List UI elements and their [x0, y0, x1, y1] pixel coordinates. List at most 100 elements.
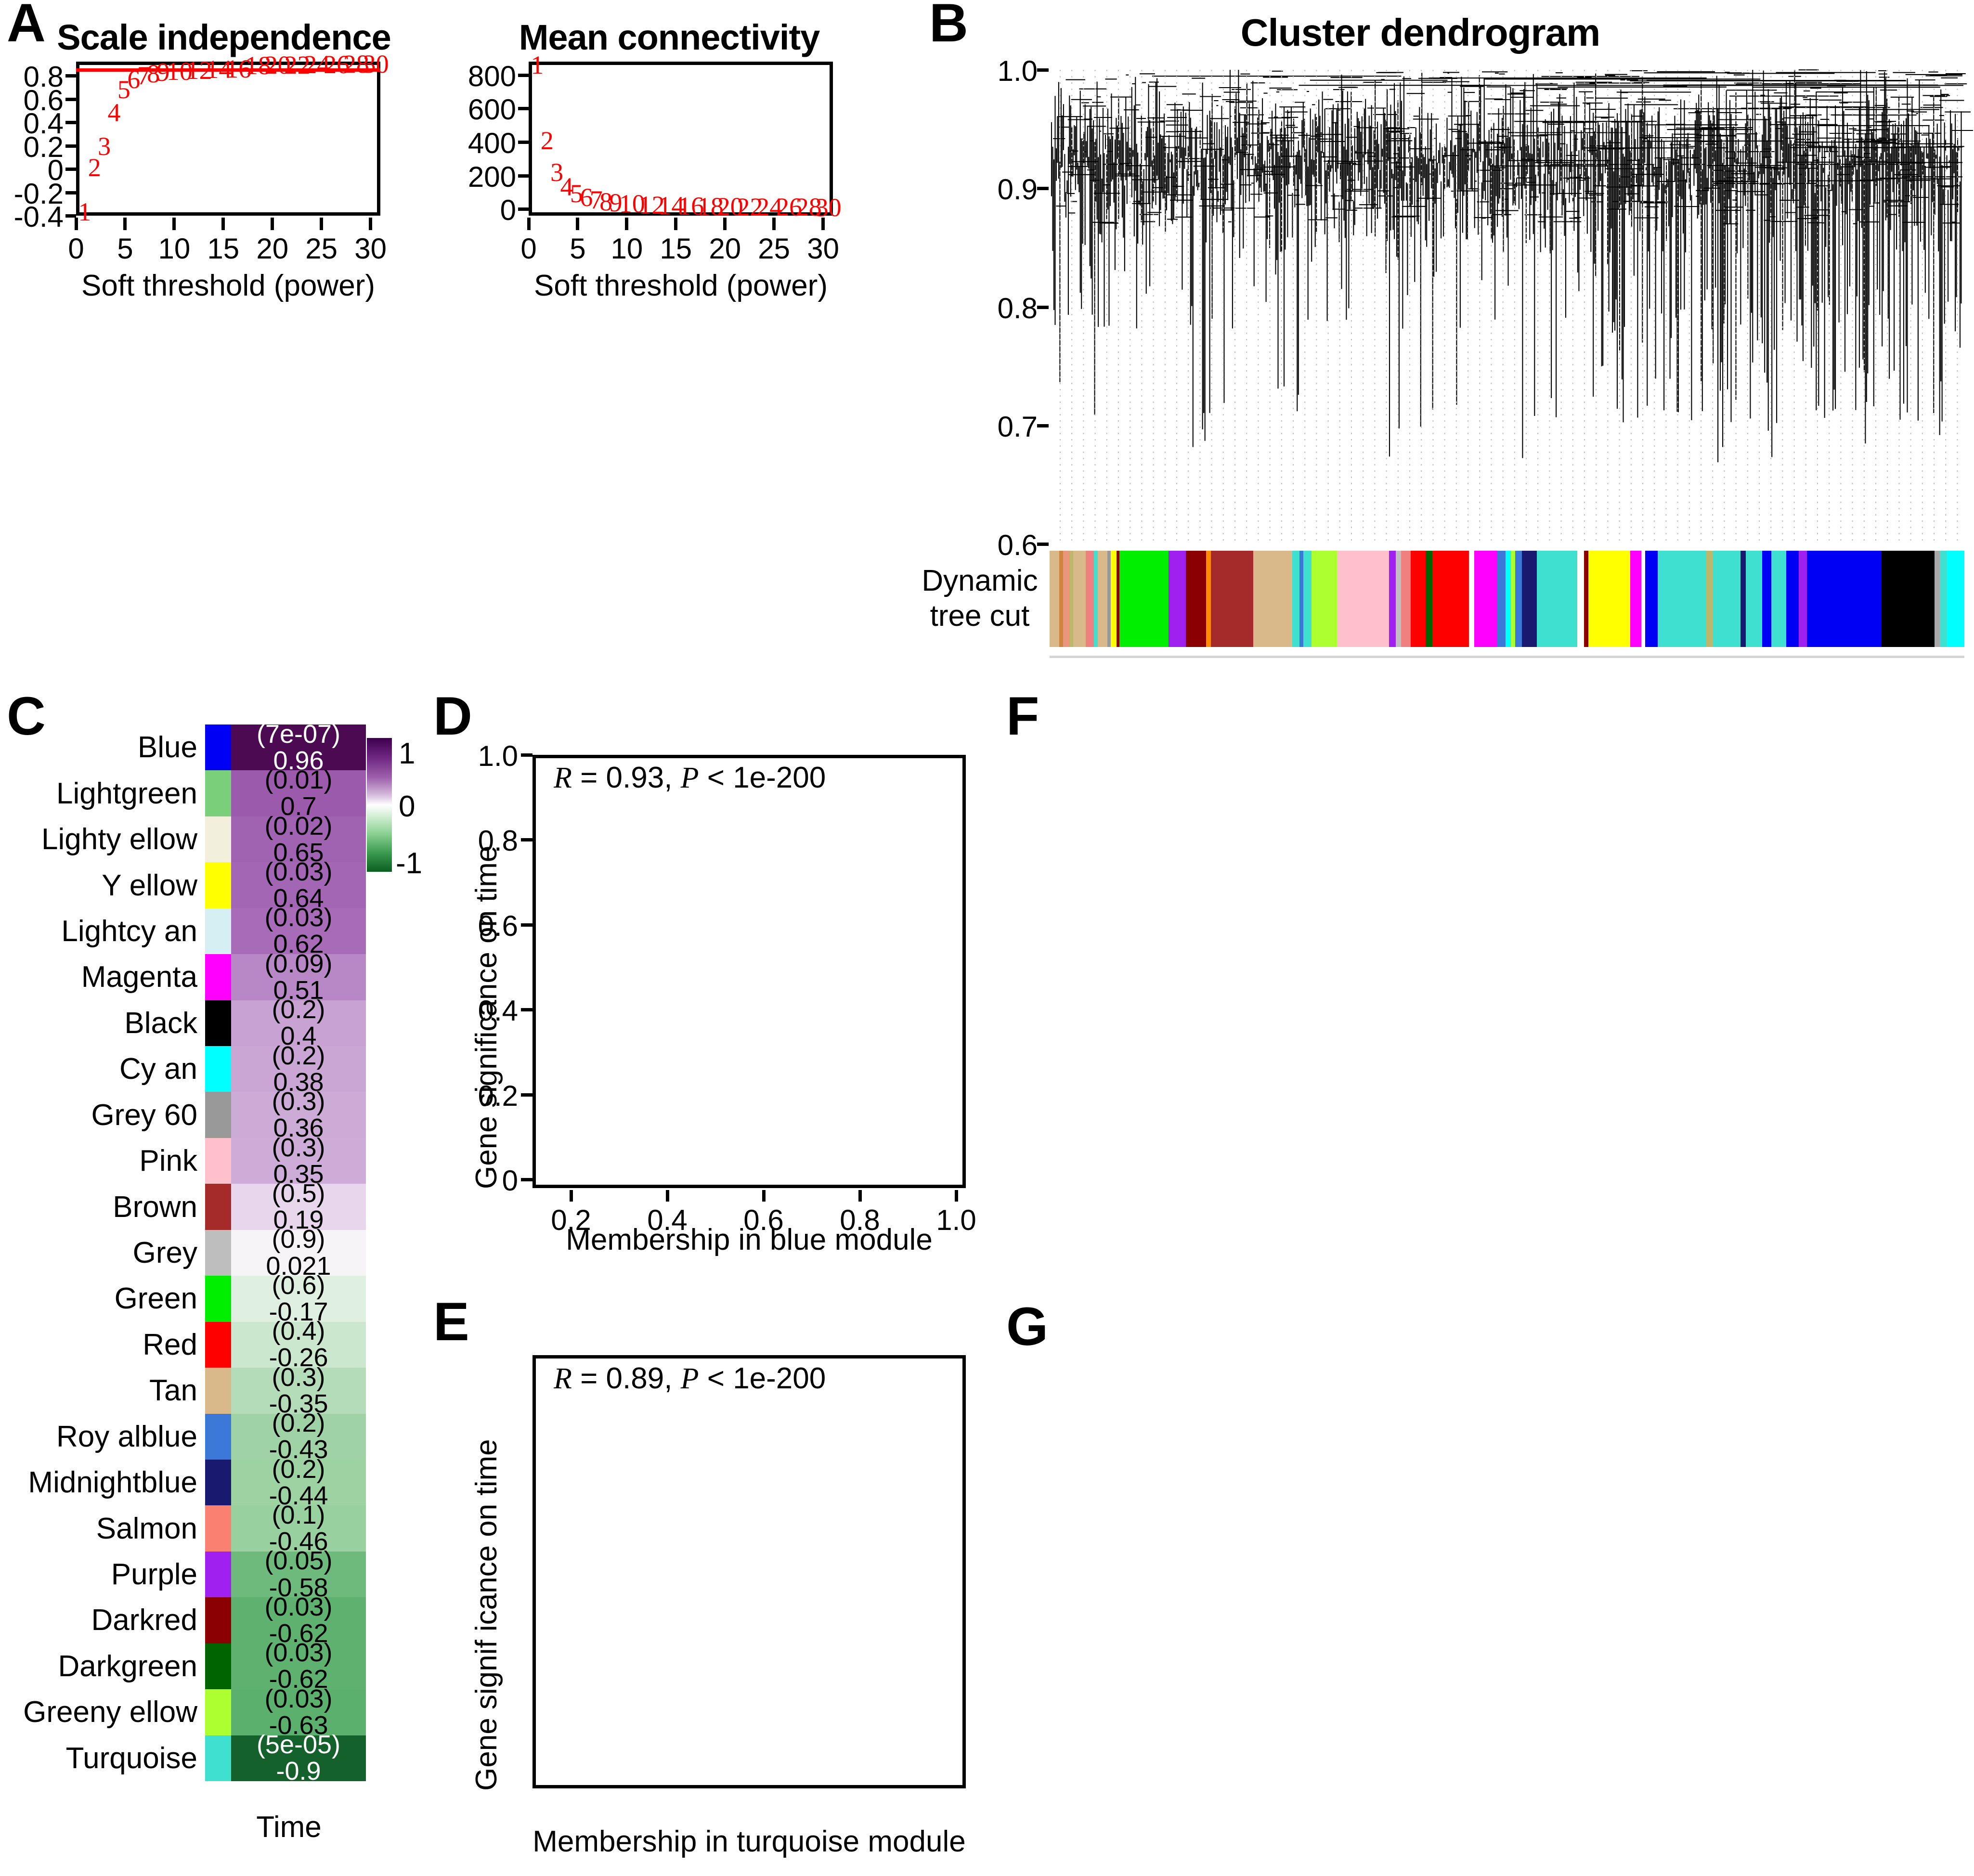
heatmap-cell: (0.01) 0.7 — [231, 766, 366, 820]
ytickmark — [521, 1008, 532, 1012]
xtick-pA2-15: 15 — [660, 233, 692, 265]
tree-cut-segment — [1292, 551, 1299, 647]
turquoise-module-plotbox — [532, 1355, 966, 1788]
table-row: Salmon (0.1) -0.46 — [53, 1501, 366, 1555]
heatmap-cell: (0.03) 0.62 — [231, 905, 366, 957]
tree-cut-segment — [1093, 551, 1098, 647]
turquoise-module-xlabel: Membership in turquoise module — [532, 1825, 966, 1858]
xtick-pA2-20: 20 — [709, 233, 741, 265]
tree-cut-segment — [1085, 551, 1094, 647]
tree-cut-segment — [1050, 551, 1059, 647]
heatmap-cell: (0.5) 0.19 — [231, 1180, 366, 1233]
turquoise-module-ylabel: Gene signif icance on time — [470, 1439, 503, 1791]
module-color-swatch — [205, 1046, 231, 1092]
tree-cut-segment — [1798, 551, 1807, 647]
ytickmark — [518, 174, 529, 178]
table-row: Black (0.2) 0.4 — [53, 996, 366, 1049]
ytickmark — [521, 1178, 532, 1182]
tree-cut-segment — [1410, 551, 1426, 647]
module-color-swatch — [205, 816, 231, 863]
dendro-ytickmark — [1037, 187, 1049, 191]
table-row: Magenta (0.09) 0.51 — [53, 950, 366, 1003]
heatmap-cell: (0.3) -0.35 — [231, 1364, 366, 1417]
blue-R-value: = 0.93, — [571, 761, 681, 794]
turquoise-module-stats: R = 0.89, P < 1e-200 — [554, 1361, 826, 1396]
heatmap-cell-pvalue: (0.3) — [272, 1087, 325, 1116]
module-color-swatch — [205, 1092, 231, 1138]
ytick-pA2-800: 800 — [468, 60, 516, 92]
ytick-pA2-400: 400 — [468, 127, 516, 159]
module-color-swatch — [205, 1735, 231, 1781]
colorbar-tick-0: 0 — [399, 790, 416, 823]
tree-cut-segment — [1645, 551, 1658, 647]
heatmap-cell-pvalue: (0.02) — [264, 811, 333, 841]
table-row: Lightcy an (0.03) 0.62 — [53, 905, 366, 957]
module-color-swatch — [205, 1689, 231, 1735]
heatmap-cell-pvalue: (0.4) — [272, 1317, 325, 1346]
table-row: Purple (0.05) -0.58 — [53, 1548, 366, 1601]
turq-R-symbol: R — [554, 1362, 572, 1395]
heatmap-cell: (7e-07) 0.96 — [231, 721, 366, 774]
tree-cut-segment — [1584, 551, 1588, 647]
tree-cut-segment — [1119, 551, 1169, 647]
xaxis-label-pA1: Soft threshold (power) — [81, 269, 375, 302]
tree-cut-segment — [1806, 551, 1882, 647]
tree-cut-segment — [1713, 551, 1740, 647]
module-label-midnightblue: Midnightblue — [28, 1466, 197, 1500]
tree-cut-segment — [1253, 551, 1293, 647]
ytick-pD-0: 0 — [502, 1164, 518, 1197]
tree-cut-segment — [1474, 551, 1498, 647]
ytickmark — [521, 753, 532, 757]
tree-cut-segment — [1934, 551, 1940, 647]
xtick-pA2-5: 5 — [570, 233, 586, 265]
tree-cut-segment — [1311, 551, 1338, 647]
heatmap-colorbar — [367, 738, 392, 872]
table-row: Grey (0.9) 0.021 — [53, 1226, 366, 1279]
panel-g-network — [1001, 1333, 1974, 1876]
heatmap-cell: (0.4) -0.26 — [231, 1318, 366, 1371]
module-trait-heatmap: Blue (7e-07) 0.96 Lightgreen (0.01) 0.7 Lighty… — [23, 721, 366, 1785]
xtickmark — [576, 218, 580, 230]
dendro-ytickmark — [1037, 424, 1049, 427]
tree-cut-segment — [1098, 551, 1107, 647]
tree-cut-segment — [1630, 551, 1641, 647]
heatmap-cell-pvalue: (0.03) — [264, 1638, 333, 1668]
module-label-grey: Grey — [132, 1236, 197, 1269]
module-label-purple: Purple — [111, 1558, 197, 1591]
ytickmark — [518, 207, 529, 211]
ytick-pD-1.0: 1.0 — [478, 740, 518, 772]
xtick-pA2-0: 0 — [520, 233, 537, 265]
tree-cut-segment — [1168, 551, 1186, 647]
module-label-greeny-ellow: Greeny ellow — [23, 1695, 197, 1729]
tree-cut-segment — [1740, 551, 1746, 647]
cluster-dendrogram-title: Cluster dendrogram — [1240, 11, 1601, 54]
ytick-pD-0.4: 0.4 — [478, 995, 518, 1027]
heatmap-cell-pvalue: (0.6) — [272, 1270, 325, 1300]
xtickmark — [625, 218, 629, 230]
panel-f-edges-svg — [1001, 722, 1974, 1261]
panel-f-network — [1001, 722, 1974, 1261]
module-label-magenta: Magenta — [81, 960, 197, 994]
dendro-ytick-0.8: 0.8 — [997, 292, 1038, 324]
heatmap-cell-pvalue: (0.03) — [264, 1684, 333, 1713]
panel-b-baseline — [1050, 656, 1964, 658]
dynamic-tree-cut-line2: tree cut — [930, 599, 1030, 633]
module-label-y-ellow: Y ellow — [102, 868, 197, 902]
table-row: Blue (7e-07) 0.96 — [53, 721, 366, 774]
ytickmark — [65, 74, 76, 78]
heatmap-cell: (0.3) 0.35 — [231, 1134, 366, 1187]
xtickmark — [369, 218, 373, 230]
module-color-swatch — [205, 954, 231, 1000]
ytickmark — [65, 191, 76, 194]
module-label-red: Red — [143, 1328, 197, 1361]
heatmap-cell-pvalue: (0.3) — [272, 1362, 325, 1392]
tree-cut-segment — [1521, 551, 1537, 647]
tree-cut-segment — [1337, 551, 1389, 647]
table-row: Lightgreen (0.01) 0.7 — [53, 766, 366, 820]
table-row: Green (0.6) -0.17 — [53, 1272, 366, 1325]
heatmap-cell: (0.03) -0.62 — [231, 1638, 366, 1693]
module-color-swatch — [205, 862, 231, 908]
ytick-pA2-0: 0 — [500, 194, 516, 227]
xtick-pA1-30: 30 — [354, 233, 387, 265]
soft-power-label-pA1-30: 30 — [363, 49, 389, 78]
